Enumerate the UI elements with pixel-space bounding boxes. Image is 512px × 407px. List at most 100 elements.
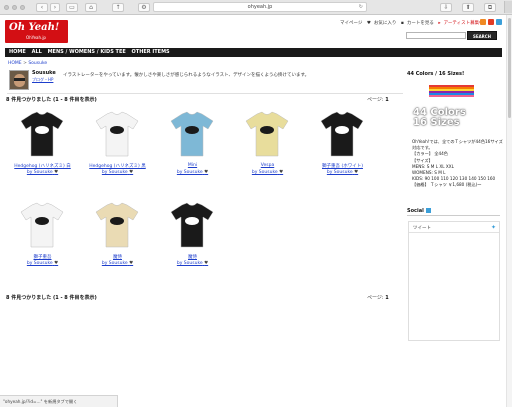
- site-logo[interactable]: Oh Yeah! OhYeah.jp: [5, 20, 68, 43]
- twitter-bird-icon[interactable]: ✦: [491, 224, 496, 231]
- download-icon[interactable]: ⇩: [440, 3, 452, 12]
- pager-top: ページ: 1: [367, 96, 389, 103]
- product-card[interactable]: 魔侍 by Sousuke ♥: [155, 200, 230, 282]
- tshirt-image[interactable]: [242, 109, 292, 159]
- nav-home[interactable]: HOME: [9, 49, 26, 55]
- tshirt-image[interactable]: [17, 200, 67, 250]
- avatar[interactable]: [9, 70, 29, 90]
- nav-other-items[interactable]: OTHER ITEMS: [132, 49, 170, 55]
- tabs-overview-icon[interactable]: ⧉: [484, 3, 496, 12]
- home-icon[interactable]: ⌂: [85, 3, 97, 12]
- print-graphic: [335, 126, 349, 134]
- author-link[interactable]: by Sousuke: [177, 170, 203, 175]
- product-card[interactable]: 獅子重吾 (ホワイト) by Sousuke ♥: [305, 109, 380, 191]
- minimize-window-icon[interactable]: [12, 5, 17, 10]
- author-link[interactable]: by Sousuke: [102, 261, 128, 266]
- artist-register-link[interactable]: アーティスト募集中: [444, 21, 484, 26]
- product-card[interactable]: Hedgehog (ハリネズミ) 黒 by Sousuke ♥: [80, 109, 155, 191]
- color-stripes: [429, 85, 474, 97]
- breadcrumb-current[interactable]: Sousuke: [28, 61, 47, 66]
- tshirt-image[interactable]: [17, 109, 67, 159]
- tshirt-image[interactable]: [317, 109, 367, 159]
- mypage-link[interactable]: マイページ: [340, 21, 362, 26]
- favorites-link[interactable]: お気に入り: [374, 21, 397, 26]
- product-name[interactable]: 魔侍: [155, 254, 230, 260]
- tshirt-image[interactable]: [92, 109, 142, 159]
- print-graphic: [35, 126, 49, 134]
- author-link[interactable]: by Sousuke: [102, 170, 128, 175]
- page-number[interactable]: 1: [385, 295, 388, 301]
- heart-icon[interactable]: ♥: [204, 261, 208, 266]
- promo-title: 44 Colors / 16 Sizes!: [407, 71, 465, 77]
- product-name[interactable]: Mini: [155, 163, 230, 168]
- heart-icon[interactable]: ♥: [129, 261, 133, 266]
- heart-icon[interactable]: ♥: [54, 170, 58, 175]
- product-author[interactable]: by Sousuke ♥: [5, 170, 80, 175]
- author-link[interactable]: by Sousuke: [27, 170, 53, 175]
- back-button[interactable]: ‹: [36, 3, 48, 12]
- logo-subtext: OhYeah.jp: [26, 35, 46, 40]
- product-author[interactable]: by Sousuke ♥: [230, 170, 305, 175]
- nav-tee[interactable]: MENS / WOMENS / KIDS TEE: [48, 49, 126, 55]
- address-bar[interactable]: ohyeah.jp ↻: [153, 2, 367, 12]
- forward-button[interactable]: ›: [50, 3, 60, 12]
- twitter-icon[interactable]: [496, 19, 502, 25]
- product-author[interactable]: by Sousuke ♥: [80, 170, 155, 175]
- cart-link[interactable]: カートを見る: [407, 21, 434, 26]
- seller-name[interactable]: Sousuke: [32, 70, 56, 76]
- reload-icon[interactable]: ↻: [359, 3, 363, 12]
- sidebar-toggle-icon[interactable]: ▭: [66, 3, 78, 12]
- product-name[interactable]: 獅子重吾 (ホワイト): [305, 163, 380, 169]
- avatar-glasses: [14, 78, 25, 81]
- nav-all[interactable]: ALL: [32, 49, 42, 55]
- product-name[interactable]: Hedgehog (ハリネズミ) 白: [5, 163, 80, 169]
- author-link[interactable]: by Sousuke: [327, 170, 353, 175]
- product-card[interactable]: 魔侍 by Sousuke ♥: [80, 200, 155, 282]
- product-author[interactable]: by Sousuke ♥: [155, 261, 230, 266]
- author-link[interactable]: by Sousuke: [252, 170, 278, 175]
- heart-icon[interactable]: ♥: [354, 170, 358, 175]
- new-tab-button[interactable]: [504, 1, 512, 13]
- product-name[interactable]: 獅子重吾: [5, 254, 80, 260]
- heart-icon[interactable]: ♥: [54, 261, 58, 266]
- heart-icon[interactable]: ♥: [204, 170, 208, 175]
- share-icon[interactable]: ↑: [112, 3, 124, 12]
- close-window-icon[interactable]: [4, 5, 9, 10]
- color-size-promo[interactable]: 44 Colors 16 Sizes OhYeah!では、全てのＴシャツが44色…: [409, 82, 503, 190]
- tshirt-image[interactable]: [92, 200, 142, 250]
- author-link[interactable]: by Sousuke: [177, 261, 203, 266]
- product-name[interactable]: Vespa: [230, 163, 305, 168]
- rss-icon[interactable]: [480, 19, 486, 25]
- search-input[interactable]: [406, 32, 466, 39]
- product-card[interactable]: Hedgehog (ハリネズミ) 白 by Sousuke ♥: [5, 109, 80, 191]
- product-name[interactable]: Hedgehog (ハリネズミ) 黒: [80, 163, 155, 169]
- breadcrumb-home[interactable]: HOME: [8, 61, 22, 66]
- product-card[interactable]: 獅子重吾 by Sousuke ♥: [5, 200, 80, 282]
- promo-line: OhYeah!では、全てのＴシャツが44色16サイズ対応です。: [412, 139, 503, 151]
- page-scrollbar[interactable]: [506, 15, 512, 407]
- page-number[interactable]: 1: [385, 97, 388, 103]
- zoom-window-icon[interactable]: [20, 5, 25, 10]
- tweet-label[interactable]: ツイート: [413, 225, 431, 231]
- google-icon[interactable]: [488, 19, 494, 25]
- extensions-icon[interactable]: ⚙: [138, 3, 150, 12]
- heart-icon[interactable]: ♥: [279, 170, 283, 175]
- product-author[interactable]: by Sousuke ♥: [155, 170, 230, 175]
- product-card[interactable]: Mini by Sousuke ♥: [155, 109, 230, 191]
- print-graphic: [185, 126, 199, 134]
- heart-icon[interactable]: ♥: [129, 170, 133, 175]
- product-author[interactable]: by Sousuke ♥: [80, 261, 155, 266]
- author-link[interactable]: by Sousuke: [27, 261, 53, 266]
- scrollbar-thumb[interactable]: [508, 18, 511, 118]
- print-graphic: [110, 126, 124, 134]
- search-button[interactable]: SEARCH: [467, 31, 497, 40]
- tshirt-image[interactable]: [167, 200, 217, 250]
- product-name[interactable]: 魔侍: [80, 254, 155, 260]
- tshirt-image[interactable]: [167, 109, 217, 159]
- share-page-icon[interactable]: ⬆: [462, 3, 474, 12]
- product-card[interactable]: Vespa by Sousuke ♥: [230, 109, 305, 191]
- promo-line: 【価格】 Ｔシャツ ￥1,680 (税込)～: [412, 182, 482, 188]
- product-author[interactable]: by Sousuke ♥: [305, 170, 380, 175]
- product-author[interactable]: by Sousuke ♥: [5, 261, 80, 266]
- blog-link[interactable]: ブログ・HP: [32, 77, 53, 83]
